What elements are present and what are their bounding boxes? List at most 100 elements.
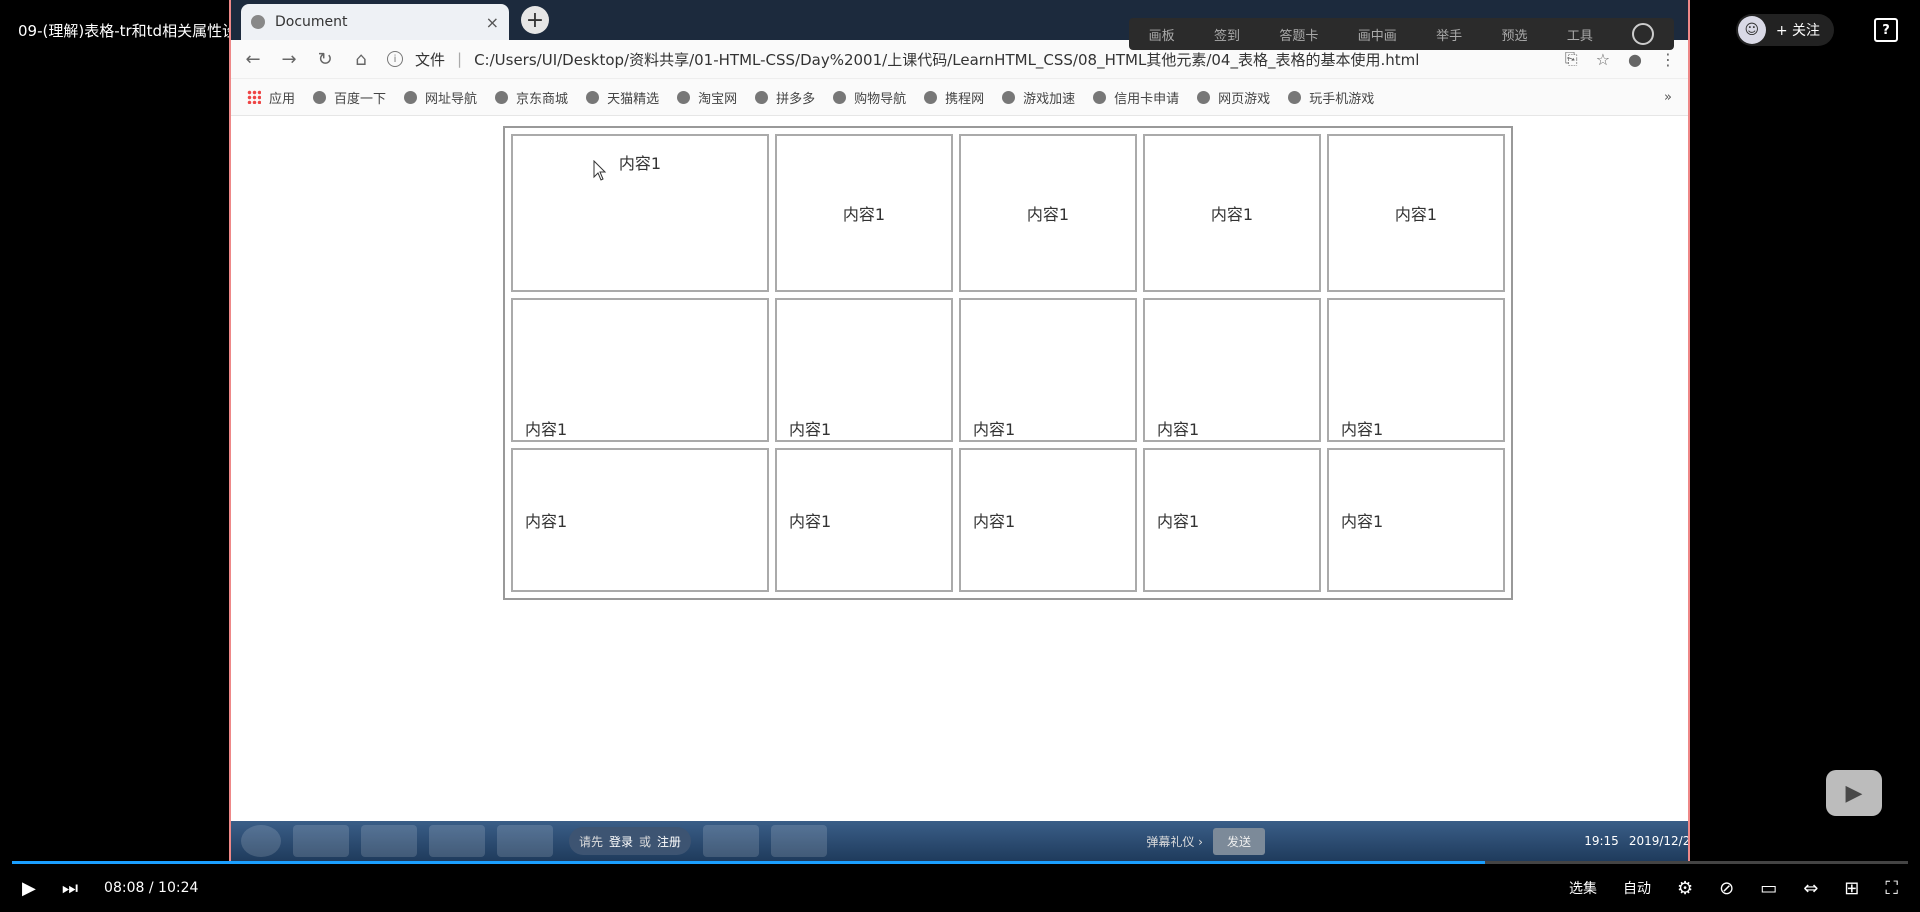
table-cell: 内容1: [1327, 298, 1505, 442]
video-frame[interactable]: Document × + 画板 签到 答题卡 画中画 举手 预选 工具 ← → …: [229, 0, 1690, 861]
bookmark-label: 拼多多: [776, 91, 816, 107]
browser-tabbar: Document × + 画板 签到 答题卡 画中画 举手 预选 工具: [231, 0, 1688, 50]
table-cell: 内容1: [511, 134, 769, 292]
bookmark-item[interactable]: 携程网: [924, 88, 984, 107]
taskbar-app[interactable]: [361, 825, 417, 857]
danmu-etiquette-link[interactable]: 弹幕礼仪 ›: [1146, 833, 1203, 850]
bookmark-item[interactable]: 网址导航: [404, 88, 477, 107]
taskbar-app[interactable]: [497, 825, 553, 857]
bookmark-label: 玩手机游戏: [1309, 91, 1375, 107]
scheme-label: 文件: [415, 50, 446, 69]
bookmark-label: 应用: [269, 91, 296, 107]
start-button[interactable]: [241, 825, 281, 857]
bookmark-item[interactable]: 信用卡申请: [1093, 88, 1179, 107]
danmu-toggle-icon[interactable]: ⊘: [1719, 878, 1734, 899]
time-display: 08:08 / 10:24: [104, 880, 198, 896]
bookmark-item[interactable]: 天猫精选: [586, 88, 659, 107]
quality-button[interactable]: 自动: [1623, 878, 1651, 898]
login-link[interactable]: 登录: [609, 833, 633, 850]
recorder-item[interactable]: 画中画: [1358, 25, 1397, 44]
player-controls: ▶ ⏭ 08:08 / 10:24 选集 自动 ⚙ ⊘ ▭ ⇔ ⊞ ⛶: [0, 864, 1920, 912]
bookmark-item[interactable]: 拼多多: [755, 88, 815, 107]
clock: 19:15: [1584, 834, 1619, 848]
back-icon[interactable]: ←: [243, 49, 263, 70]
browser-tab[interactable]: Document ×: [241, 4, 509, 40]
recorder-item[interactable]: 签到: [1214, 25, 1240, 44]
globe-icon: [755, 90, 769, 104]
recorder-item[interactable]: 工具: [1567, 25, 1593, 44]
omnibox[interactable]: i 文件 | C:/Users/UI/Desktop/资料共享/01-HTML-…: [387, 49, 1549, 70]
bookmark-item[interactable]: 购物导航: [833, 88, 906, 107]
danmu-or: 或: [639, 834, 652, 849]
page-content: 内容1 内容1 内容1 内容1 内容1 内容1 内容1 内容1 内容1 内容1 …: [231, 116, 1688, 861]
bookmark-label: 百度一下: [334, 91, 387, 107]
bookmark-label: 信用卡申请: [1114, 91, 1180, 107]
play-icon[interactable]: ▶: [22, 878, 36, 899]
uploader-avatar[interactable]: ☺: [1737, 16, 1766, 44]
taskbar-app[interactable]: [293, 825, 349, 857]
widescreen-icon[interactable]: ⇔: [1803, 878, 1818, 899]
home-icon[interactable]: ⌂: [351, 49, 371, 70]
globe-icon: [1093, 90, 1107, 104]
account-icon[interactable]: ●: [1628, 50, 1642, 69]
next-icon[interactable]: ⏭: [62, 878, 78, 899]
register-link[interactable]: 注册: [657, 833, 681, 850]
player-top-right: ☺ + 关注 ?: [1735, 14, 1898, 46]
web-fullscreen-icon[interactable]: ⊞: [1844, 878, 1859, 899]
globe-icon: [924, 90, 938, 104]
table-cell: 内容1: [1327, 134, 1505, 292]
follow-button[interactable]: + 关注: [1776, 20, 1820, 40]
globe-icon: [1002, 90, 1016, 104]
divider: |: [457, 50, 463, 68]
table-cell: 内容1: [959, 298, 1137, 442]
pip-icon[interactable]: ▭: [1760, 878, 1777, 899]
taskbar-app[interactable]: [771, 825, 828, 857]
recorder-item[interactable]: 画板: [1149, 25, 1175, 44]
bookmark-item[interactable]: 游戏加速: [1002, 88, 1075, 107]
table-cell: 内容1: [1143, 298, 1321, 442]
bookmarks-more[interactable]: »: [1664, 90, 1672, 105]
globe-icon: [495, 90, 509, 104]
fullscreen-icon[interactable]: ⛶: [1885, 878, 1898, 899]
table-row: 内容1 内容1 内容1 内容1 内容1: [511, 298, 1505, 442]
address-actions: ⎘ ☆ ● ⋮: [1565, 49, 1676, 69]
os-taskbar: 请先 登录 或 注册 弹幕礼仪 › 发送 19:15 2019/12/20: [231, 821, 1688, 861]
translate-icon[interactable]: ⎘: [1565, 49, 1578, 69]
taskbar-app[interactable]: [429, 825, 485, 857]
url-text[interactable]: C:/Users/UI/Desktop/资料共享/01-HTML-CSS/Day…: [474, 49, 1419, 70]
bookmark-item[interactable]: 网页游戏: [1197, 88, 1270, 107]
new-tab-button[interactable]: +: [521, 6, 549, 34]
help-icon[interactable]: ?: [1874, 18, 1898, 42]
table-cell: 内容1: [511, 298, 769, 442]
forward-icon[interactable]: →: [279, 49, 299, 70]
bookmark-item[interactable]: 百度一下: [313, 88, 386, 107]
tv-icon[interactable]: ▶: [1826, 770, 1882, 816]
menu-icon[interactable]: ⋮: [1660, 50, 1676, 69]
episodes-button[interactable]: 选集: [1569, 878, 1597, 898]
bookmark-apps[interactable]: 应用: [247, 88, 295, 107]
bookmark-item[interactable]: 京东商城: [495, 88, 568, 107]
table-cell: 内容1: [775, 298, 953, 442]
apps-icon: [247, 90, 261, 104]
globe-icon: [1197, 90, 1211, 104]
taskbar-app[interactable]: [703, 825, 760, 857]
recorder-item[interactable]: 举手: [1436, 25, 1462, 44]
table-row: 内容1 内容1 内容1 内容1 内容1: [511, 448, 1505, 592]
danmu-input[interactable]: 请先 登录 或 注册: [569, 827, 692, 855]
bookmark-item[interactable]: 淘宝网: [677, 88, 737, 107]
bookmark-label: 购物导航: [854, 91, 907, 107]
reload-icon[interactable]: ↻: [315, 49, 335, 70]
recorder-item[interactable]: 答题卡: [1279, 25, 1318, 44]
demo-table: 内容1 内容1 内容1 内容1 内容1 内容1 内容1 内容1 内容1 内容1 …: [503, 126, 1513, 600]
star-icon[interactable]: ☆: [1596, 50, 1610, 69]
settings-icon[interactable]: ⚙: [1677, 878, 1693, 899]
send-button[interactable]: 发送: [1212, 827, 1265, 855]
follow-group[interactable]: ☺ + 关注: [1735, 14, 1834, 46]
info-icon[interactable]: i: [387, 51, 403, 67]
bookmark-item[interactable]: 玩手机游戏: [1288, 88, 1374, 107]
table-cell: 内容1: [959, 134, 1137, 292]
close-icon[interactable]: ×: [486, 13, 499, 32]
recorder-item[interactable]: 预选: [1502, 25, 1528, 44]
power-icon[interactable]: [1632, 23, 1655, 45]
system-tray: 19:15 2019/12/20: [1584, 834, 1688, 848]
